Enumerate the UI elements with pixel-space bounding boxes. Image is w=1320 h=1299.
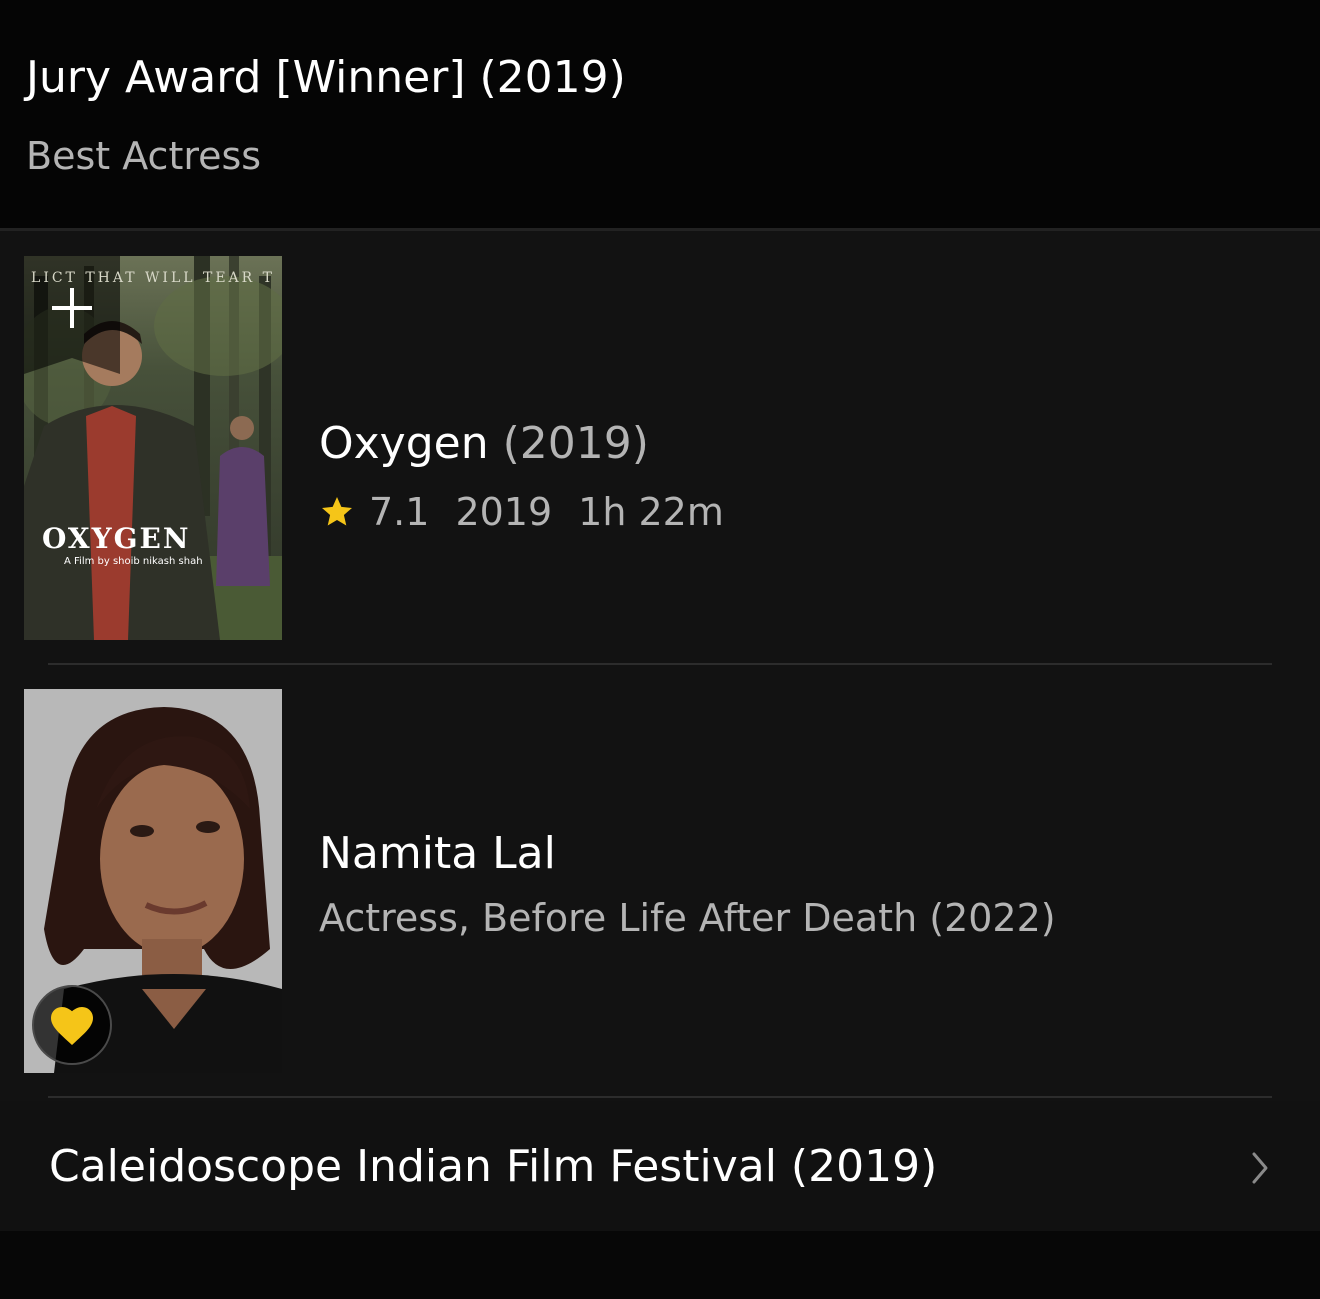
name-row[interactable]: Namita Lal Actress, Before Life After De… [0,689,1320,1074]
rating-value: 7.1 [369,490,430,534]
poster-title-text: OXYGEN [42,522,191,555]
festival-link[interactable]: Caleidoscope Indian Film Festival (2019) [0,1101,1320,1231]
row-divider [48,1096,1272,1098]
heart-icon [51,1007,93,1045]
person-name: Namita Lal [319,828,556,879]
movie-poster[interactable]: LICT THAT WILL TEAR T OXYGEN A Film by s… [24,256,282,640]
add-to-watchlist-button[interactable] [24,256,120,374]
title-metadata: 7.1 2019 1h 22m [319,487,724,537]
title-name-line[interactable]: Oxygen (2019) [319,416,649,472]
person-headshot[interactable] [24,689,282,1073]
favorite-button[interactable] [32,985,112,1065]
award-category: Best Actress [26,134,262,178]
nominee-card: LICT THAT WILL TEAR T OXYGEN A Film by s… [0,231,1320,1231]
runtime: 1h 22m [578,490,724,534]
movie-title: Oxygen [319,418,489,469]
award-detail-page: Jury Award [Winner] (2019) Best Actress [0,0,1320,1299]
poster-credit-text: A Film by shoib nikash shah [64,556,203,567]
star-icon [322,497,352,526]
plus-icon [52,288,92,328]
bottom-spacer [0,1231,1320,1299]
row-divider [48,663,1272,665]
award-title: Jury Award [Winner] (2019) [26,52,626,103]
title-row[interactable]: LICT THAT WILL TEAR T OXYGEN A Film by s… [0,256,1320,641]
award-header: Jury Award [Winner] (2019) Best Actress [0,0,1320,228]
movie-title-year: (2019) [502,418,649,469]
release-year: 2019 [455,490,553,534]
person-known-for: Actress, Before Life After Death (2022) [319,896,1056,940]
festival-name: Caleidoscope Indian Film Festival (2019) [49,1141,938,1192]
chevron-right-icon [1252,1152,1268,1184]
